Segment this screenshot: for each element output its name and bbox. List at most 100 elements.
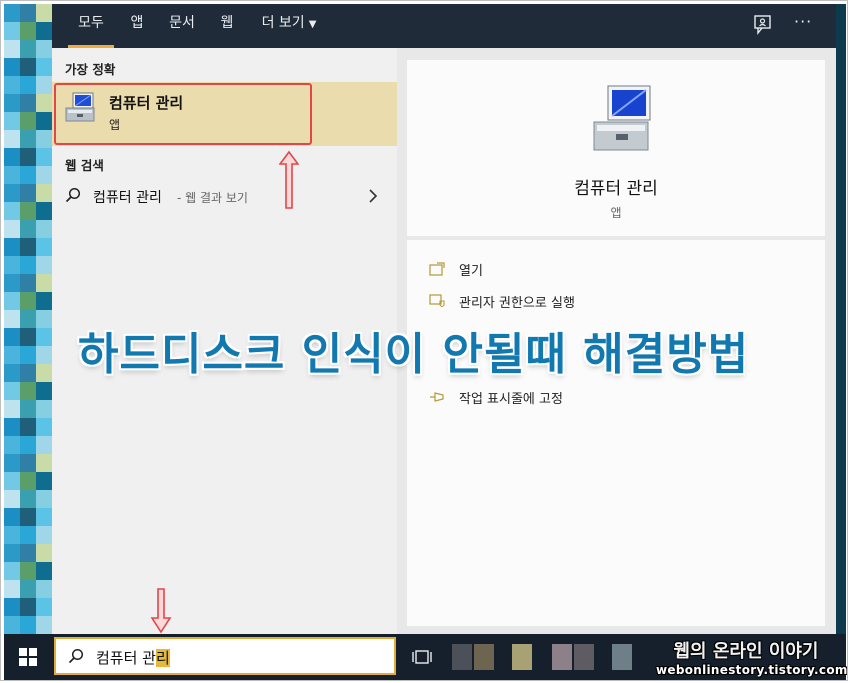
mosaic-tile (36, 148, 52, 166)
mosaic-tile (36, 130, 52, 148)
mosaic-tile (20, 292, 36, 310)
taskbar-app-icon[interactable] (612, 644, 632, 670)
mosaic-tile (20, 148, 36, 166)
feedback-icon[interactable] (752, 14, 774, 36)
search-input-text[interactable]: 컴퓨터 관리 (96, 647, 170, 668)
mosaic-tile (36, 58, 52, 76)
mosaic-tile (36, 418, 52, 436)
mosaic-tile (4, 598, 20, 616)
best-match-heading: 가장 정확 (65, 62, 116, 77)
mosaic-tile (36, 292, 52, 310)
mosaic-tile (20, 58, 36, 76)
mosaic-tile (36, 508, 52, 526)
mosaic-tile (20, 454, 36, 472)
mosaic-tile (36, 256, 52, 274)
mosaic-tile (36, 364, 52, 382)
mosaic-tile (20, 274, 36, 292)
mosaic-tile (4, 310, 20, 328)
mosaic-tile (4, 58, 20, 76)
mosaic-tile (36, 4, 52, 22)
watermark-name: 웹의 온라인 이야기 (673, 641, 819, 662)
mosaic-tile (4, 472, 20, 490)
pin-taskbar-icon (429, 389, 445, 403)
tab-web[interactable]: 웹 (212, 4, 242, 48)
app-preview-card: 컴퓨터 관리 앱 (407, 60, 825, 236)
task-view-icon[interactable] (412, 647, 432, 667)
annotation-arrow-up (278, 150, 300, 210)
mosaic-tile (20, 400, 36, 418)
mosaic-tile (4, 274, 20, 292)
mosaic-tile (20, 220, 36, 238)
mosaic-tile (36, 328, 52, 346)
mosaic-tile (36, 382, 52, 400)
search-icon (68, 648, 84, 668)
mosaic-tile (4, 94, 20, 112)
mosaic-tile (36, 220, 52, 238)
taskbar-app-icon[interactable] (552, 644, 572, 670)
mosaic-tile (4, 616, 20, 634)
mosaic-tile (4, 130, 20, 148)
taskbar-app-icon[interactable] (512, 644, 532, 670)
mosaic-tile (20, 4, 36, 22)
search-tab-bar: 모두 앱 문서 웹 더 보기 ▼ ··· (52, 4, 836, 48)
web-search-heading: 웹 검색 (65, 158, 104, 173)
mosaic-tile (20, 562, 36, 580)
mosaic-tile (4, 562, 20, 580)
mosaic-tile (20, 598, 36, 616)
mosaic-tile (4, 76, 20, 94)
app-type: 앱 (610, 206, 622, 220)
taskbar-search-box[interactable]: 컴퓨터 관리 (54, 637, 396, 675)
mosaic-tile (4, 4, 20, 22)
mosaic-tile (4, 454, 20, 472)
mosaic-tile (4, 580, 20, 598)
admin-shield-icon (429, 293, 445, 308)
mosaic-tile (4, 382, 20, 400)
mosaic-tile (20, 616, 36, 634)
window-edge (836, 4, 846, 634)
tab-all[interactable]: 모두 (66, 4, 116, 48)
tab-apps[interactable]: 앱 (122, 4, 152, 48)
mosaic-tile (20, 40, 36, 58)
web-search-result[interactable]: 컴퓨터 관리 - 웹 결과 보기 (52, 178, 397, 214)
actions-card: 열기 관리자 권한으로 실행 작업 표시줄에 고정 (407, 240, 825, 626)
tab-more-dropdown[interactable]: 더 보기 ▼ (252, 4, 326, 48)
web-search-hint: - 웹 결과 보기 (177, 191, 248, 205)
mosaic-tile (4, 436, 20, 454)
tab-documents[interactable]: 문서 (164, 4, 200, 48)
more-icon[interactable]: ··· (794, 12, 816, 34)
mosaic-tile (20, 544, 36, 562)
mosaic-tile (36, 310, 52, 328)
mosaic-tile (36, 616, 52, 634)
chevron-right-icon[interactable] (368, 188, 378, 207)
mosaic-tile (36, 94, 52, 112)
mosaic-tile (20, 94, 36, 112)
mosaic-tile (4, 40, 20, 58)
mosaic-tile (36, 472, 52, 490)
windows-start-icon[interactable] (18, 647, 38, 667)
tab-label: 문서 (169, 15, 195, 31)
mosaic-tile (20, 382, 36, 400)
mosaic-tile (20, 76, 36, 94)
mosaic-tile (4, 148, 20, 166)
mosaic-tile (4, 184, 20, 202)
taskbar-app-icon[interactable] (452, 644, 472, 670)
mosaic-tile (4, 490, 20, 508)
desktop-mosaic (4, 4, 52, 634)
mosaic-tile (36, 166, 52, 184)
open-icon (429, 261, 445, 276)
mosaic-tile (4, 328, 20, 346)
taskbar-app-icon[interactable] (574, 644, 594, 670)
mosaic-tile (4, 166, 20, 184)
mosaic-tile (36, 22, 52, 40)
mosaic-tile (20, 112, 36, 130)
action-label: 작업 표시줄에 고정 (459, 392, 563, 407)
action-label: 열기 (459, 264, 483, 279)
taskbar-app-icon[interactable] (474, 644, 494, 670)
mosaic-tile (4, 202, 20, 220)
mosaic-tile (4, 364, 20, 382)
mosaic-tile (36, 454, 52, 472)
mosaic-tile (4, 22, 20, 40)
mosaic-tile (20, 202, 36, 220)
mosaic-tile (20, 418, 36, 436)
search-text-typed: 컴퓨터 관 (96, 649, 156, 667)
